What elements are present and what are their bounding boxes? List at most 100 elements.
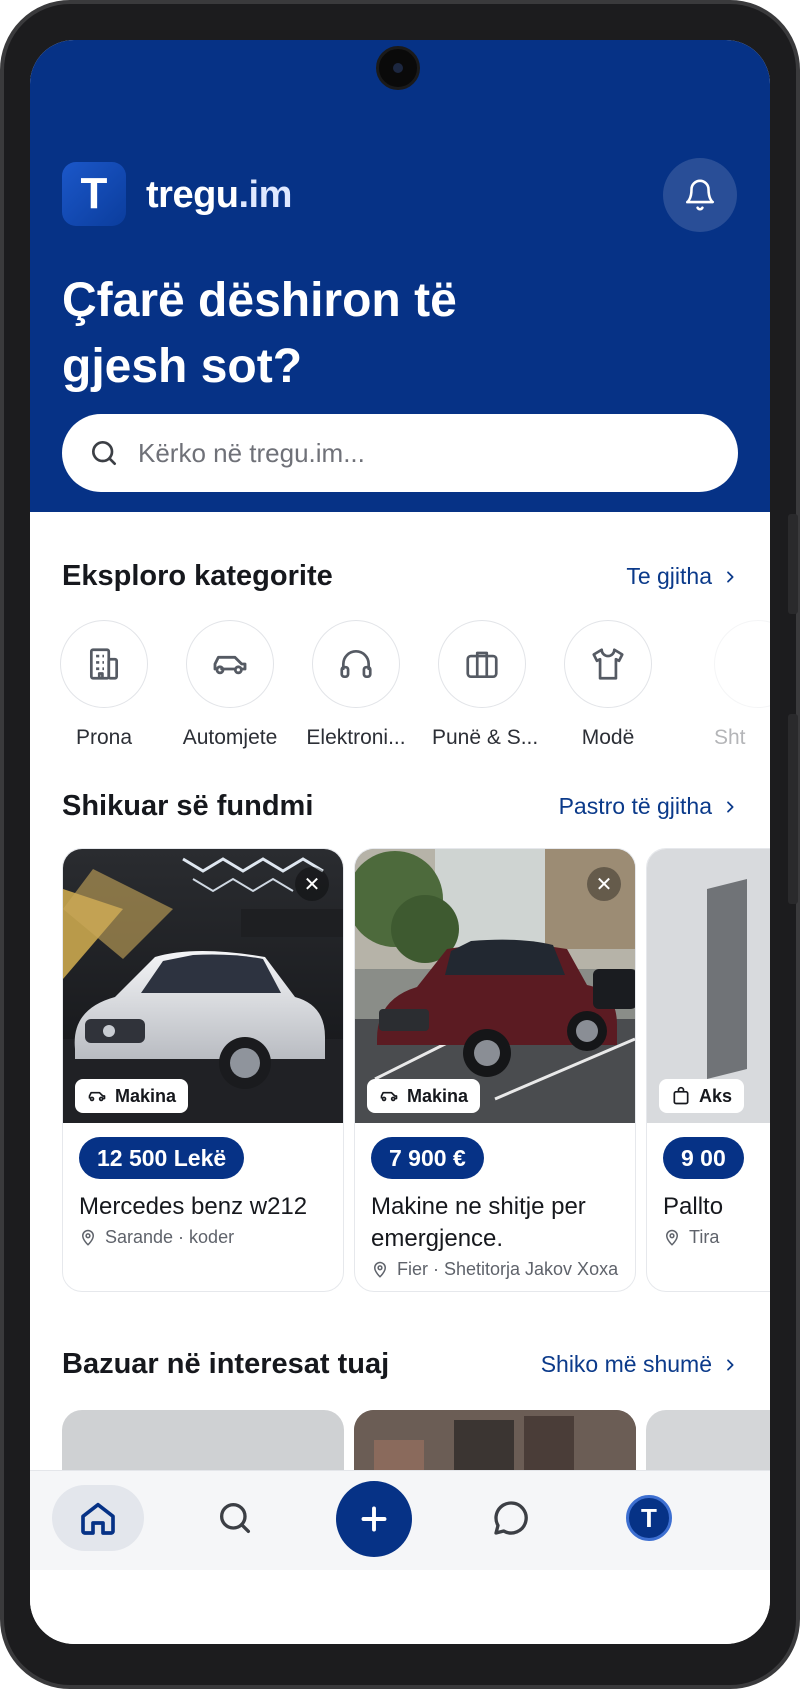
remove-recent-button[interactable]: ✕ (587, 867, 621, 901)
category-circle (60, 620, 148, 708)
nav-search-button[interactable] (208, 1491, 262, 1545)
brand-name: tregu.im (146, 174, 292, 217)
see-more-link[interactable]: Shiko më shumë (541, 1351, 738, 1378)
location-pin-icon (81, 1229, 95, 1246)
listing-location: Fier · Shetitorja Jakov Xoxa (371, 1259, 618, 1280)
category-partial[interactable]: Sht (684, 620, 770, 750)
nav-messages-button[interactable] (484, 1491, 538, 1545)
location-text: Sarande · koder (105, 1227, 235, 1247)
category-circle (438, 620, 526, 708)
clear-all-link[interactable]: Pastro të gjitha (559, 793, 738, 820)
app-screen: T tregu.im Çfarë dëshiron të gjesh sot? (30, 40, 770, 1644)
notifications-button[interactable] (663, 158, 737, 232)
brand-name-suffix: .im (238, 174, 293, 216)
bell-icon (685, 179, 715, 211)
logo-letter: T (80, 169, 108, 218)
nav-profile-avatar[interactable]: T (626, 1495, 672, 1541)
nav-home-button[interactable] (52, 1485, 144, 1551)
tag-label: Makina (115, 1085, 177, 1106)
search-bar[interactable] (62, 414, 738, 492)
avatar-letter: T (641, 1502, 657, 1533)
building-icon (89, 648, 119, 680)
recent-cards: ✕ Makina 12 500 Lekë Mercedes benz w212 … (62, 848, 770, 1298)
chevron-right-icon (727, 1358, 734, 1371)
headphones-icon (340, 649, 372, 679)
category-label: Punë & S... (432, 726, 539, 749)
category-pune[interactable]: Punë & S... (432, 620, 539, 750)
home-icon (81, 1502, 115, 1535)
listing-photo: ✕ Makina (63, 849, 343, 1123)
headline-line-1: Çfarë dëshiron të (62, 274, 457, 327)
category-label: Modë (581, 726, 635, 749)
search-input[interactable] (138, 437, 698, 469)
location-pin-icon (373, 1261, 387, 1278)
car-icon (213, 655, 247, 675)
category-list: Prona Automjete Elektroni... Punë & S...… (54, 620, 770, 750)
listing-location: Sarande · koder (79, 1227, 234, 1248)
listing-card[interactable]: Aks 9 00 Pallto Tira (646, 848, 770, 1292)
shopping-bag-icon (673, 1086, 689, 1105)
remove-recent-button[interactable]: ✕ (295, 867, 329, 901)
category-elektronike[interactable]: Elektroni... (306, 620, 406, 750)
front-camera (376, 46, 420, 90)
categories-see-all-label: Te gjitha (626, 563, 712, 589)
listing-title: Pallto (663, 1193, 724, 1220)
location-text: Tira (689, 1227, 720, 1247)
category-prona[interactable]: Prona (54, 620, 154, 750)
listing-photo: Aks (647, 849, 770, 1123)
category-circle (312, 620, 400, 708)
bottom-navigation: T (30, 1470, 770, 1570)
category-label: Elektroni... (306, 726, 406, 749)
see-more-label: Shiko më shumë (540, 1351, 712, 1377)
category-tag: Aks (659, 1079, 745, 1113)
search-icon (92, 441, 116, 465)
category-tag: Makina (75, 1079, 189, 1113)
category-label: Prona (75, 726, 133, 749)
car-icon (380, 1091, 398, 1102)
price-badge: 7 900 € (371, 1137, 484, 1179)
chevron-right-icon (727, 570, 734, 583)
listing-card[interactable]: ✕ Makina 12 500 Lekë Mercedes benz w212 … (62, 848, 344, 1292)
interests-title: Bazuar në interesat tuaj (62, 1348, 390, 1380)
category-automjete[interactable]: Automjete (180, 620, 280, 750)
category-circle (564, 620, 652, 708)
tag-label: Makina (407, 1085, 469, 1106)
home-indicator-area (30, 1570, 770, 1644)
location-text: Fier · Shetitorja Jakov Xoxa (397, 1259, 619, 1279)
category-circle (186, 620, 274, 708)
recent-header: Shikuar së fundmi Pastro të gjitha (62, 790, 738, 823)
location-pin-icon (665, 1229, 679, 1246)
hero-header: T tregu.im Çfarë dëshiron të gjesh sot? (30, 40, 770, 512)
nav-add-listing-button[interactable] (336, 1481, 412, 1557)
power-button (788, 714, 798, 904)
listing-photo: ✕ Makina (355, 849, 635, 1123)
shirt-icon (592, 648, 624, 680)
app-logo: T (62, 162, 126, 226)
interests-header: Bazuar në interesat tuaj Shiko më shumë (62, 1348, 738, 1381)
category-mode[interactable]: Modë (558, 620, 658, 750)
chat-bubble-icon (494, 1501, 528, 1535)
volume-button (788, 514, 798, 614)
search-icon (220, 1503, 250, 1533)
page-headline: Çfarë dëshiron të gjesh sot? (62, 268, 662, 400)
headline-line-2: gjesh sot? (62, 340, 303, 393)
categories-see-all-link[interactable]: Te gjitha (626, 563, 738, 590)
brand-name-main: tregu (146, 174, 239, 216)
recent-title: Shikuar së fundmi (62, 790, 314, 822)
category-label: Sht (714, 726, 746, 749)
listing-title: Mercedes benz w212 (79, 1193, 308, 1220)
category-tag: Makina (367, 1079, 481, 1113)
price-badge: 12 500 Lekë (79, 1137, 245, 1179)
clear-all-label: Pastro të gjitha (558, 793, 712, 819)
listing-title: Makine ne shitje per emergjence. (371, 1193, 586, 1252)
category-label: Automjete (182, 726, 278, 749)
briefcase-icon (466, 651, 498, 679)
categories-header: Eksploro kategorite Te gjitha (62, 560, 738, 593)
categories-title: Eksploro kategorite (62, 560, 333, 592)
price-badge: 9 00 (663, 1137, 744, 1179)
listing-card[interactable]: ✕ Makina 7 900 € Makine ne shitje per em… (354, 848, 636, 1292)
chevron-right-icon (727, 800, 734, 813)
category-circle (714, 620, 770, 708)
car-icon (88, 1091, 106, 1102)
tag-label: Aks (699, 1085, 733, 1106)
